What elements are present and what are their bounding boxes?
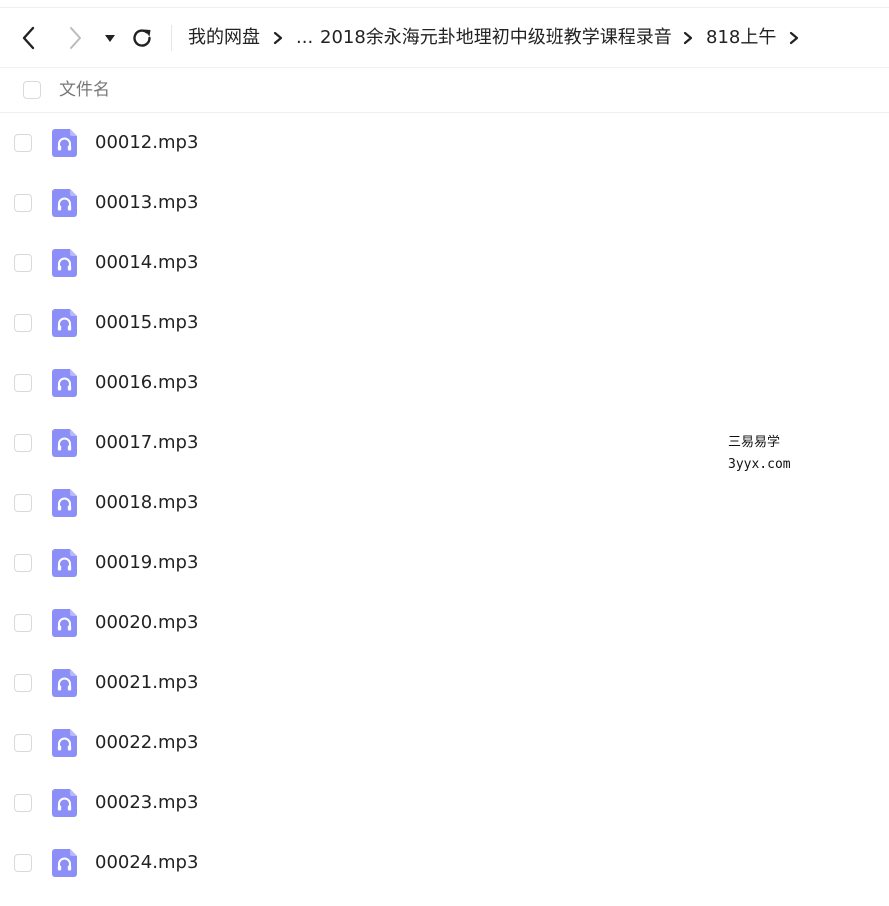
toolbar: 我的网盘 ... 2018余永海元卦地理初中级班教学课程录音 818上午 (0, 7, 889, 68)
breadcrumb-root[interactable]: 我的网盘 (188, 8, 260, 68)
breadcrumb-separator-icon (273, 31, 283, 45)
file-name[interactable]: 00016.mp3 (95, 353, 198, 413)
audio-file-icon (52, 369, 77, 397)
file-name[interactable]: 00015.mp3 (95, 293, 198, 353)
file-name[interactable]: 00022.mp3 (95, 713, 198, 773)
file-row[interactable]: 00018.mp3 (0, 473, 889, 533)
breadcrumb-current[interactable]: 818上午 (706, 8, 776, 68)
file-checkbox[interactable] (14, 194, 32, 212)
file-row[interactable]: 00019.mp3 (0, 533, 889, 593)
audio-file-icon (52, 129, 77, 157)
audio-file-icon (52, 189, 77, 217)
file-row[interactable]: 00020.mp3 (0, 593, 889, 653)
toolbar-divider (171, 25, 172, 51)
file-checkbox[interactable] (14, 314, 32, 332)
file-checkbox[interactable] (14, 734, 32, 752)
file-row[interactable]: 00013.mp3 (0, 173, 889, 233)
file-row[interactable]: 00012.mp3 (0, 113, 889, 173)
file-row[interactable]: 00023.mp3 (0, 773, 889, 833)
breadcrumb-separator-icon (789, 31, 799, 45)
audio-file-icon (52, 849, 77, 877)
file-row[interactable]: 00015.mp3 (0, 293, 889, 353)
audio-file-icon (52, 729, 77, 757)
file-checkbox[interactable] (14, 674, 32, 692)
file-name[interactable]: 00013.mp3 (95, 173, 198, 233)
file-checkbox[interactable] (14, 554, 32, 572)
back-button[interactable] (14, 8, 44, 68)
file-name[interactable]: 00017.mp3 (95, 413, 198, 473)
watermark-line1: 三易易学 (728, 435, 781, 450)
file-checkbox[interactable] (14, 794, 32, 812)
refresh-button[interactable] (128, 8, 156, 68)
file-row[interactable]: 00021.mp3 (0, 653, 889, 713)
chevron-left-icon (22, 26, 35, 50)
caret-down-icon (105, 35, 115, 42)
file-checkbox[interactable] (14, 854, 32, 872)
file-checkbox[interactable] (14, 254, 32, 272)
audio-file-icon (52, 669, 77, 697)
forward-button[interactable] (60, 8, 90, 68)
breadcrumb-folder[interactable]: 2018余永海元卦地理初中级班教学课程录音 (320, 8, 672, 68)
file-checkbox[interactable] (14, 614, 32, 632)
audio-file-icon (52, 429, 77, 457)
watermark-line2: 3yyx.com (728, 457, 791, 472)
file-name[interactable]: 00024.mp3 (95, 833, 198, 893)
file-name[interactable]: 00014.mp3 (95, 233, 198, 293)
chevron-right-icon (70, 27, 81, 49)
audio-file-icon (52, 309, 77, 337)
file-row[interactable]: 00024.mp3 (0, 833, 889, 893)
list-header: 文件名 (0, 68, 889, 113)
file-row[interactable]: 00022.mp3 (0, 713, 889, 773)
audio-file-icon (52, 789, 77, 817)
audio-file-icon (52, 609, 77, 637)
audio-file-icon (52, 249, 77, 277)
refresh-icon (133, 29, 151, 47)
audio-file-icon (52, 549, 77, 577)
file-name[interactable]: 00020.mp3 (95, 593, 198, 653)
file-row[interactable]: 00014.mp3 (0, 233, 889, 293)
file-checkbox[interactable] (14, 134, 32, 152)
file-checkbox[interactable] (14, 374, 32, 392)
audio-file-icon (52, 489, 77, 517)
breadcrumb-ellipsis[interactable]: ... (296, 8, 313, 68)
file-name[interactable]: 00023.mp3 (95, 773, 198, 833)
watermark: 三易易学 3yyx.com (728, 432, 791, 476)
breadcrumb-separator-icon (683, 31, 693, 45)
file-name[interactable]: 00021.mp3 (95, 653, 198, 713)
history-dropdown-button[interactable] (101, 8, 119, 68)
file-checkbox[interactable] (14, 494, 32, 512)
file-checkbox[interactable] (14, 434, 32, 452)
file-row[interactable]: 00016.mp3 (0, 353, 889, 413)
column-header-filename[interactable]: 文件名 (59, 68, 110, 113)
file-name[interactable]: 00019.mp3 (95, 533, 198, 593)
file-name[interactable]: 00012.mp3 (95, 113, 198, 173)
select-all-checkbox[interactable] (23, 81, 41, 99)
file-name[interactable]: 00018.mp3 (95, 473, 198, 533)
